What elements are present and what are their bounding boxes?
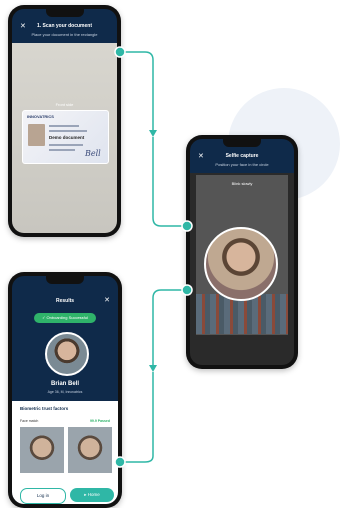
flow-node bbox=[181, 220, 193, 232]
flow-node bbox=[114, 46, 126, 58]
flow-node bbox=[181, 284, 193, 296]
phone-notch bbox=[46, 276, 84, 284]
phone-notch bbox=[223, 139, 261, 147]
phone-notch bbox=[45, 9, 84, 17]
flow-connectors bbox=[114, 46, 193, 468]
flow-node bbox=[114, 456, 126, 468]
